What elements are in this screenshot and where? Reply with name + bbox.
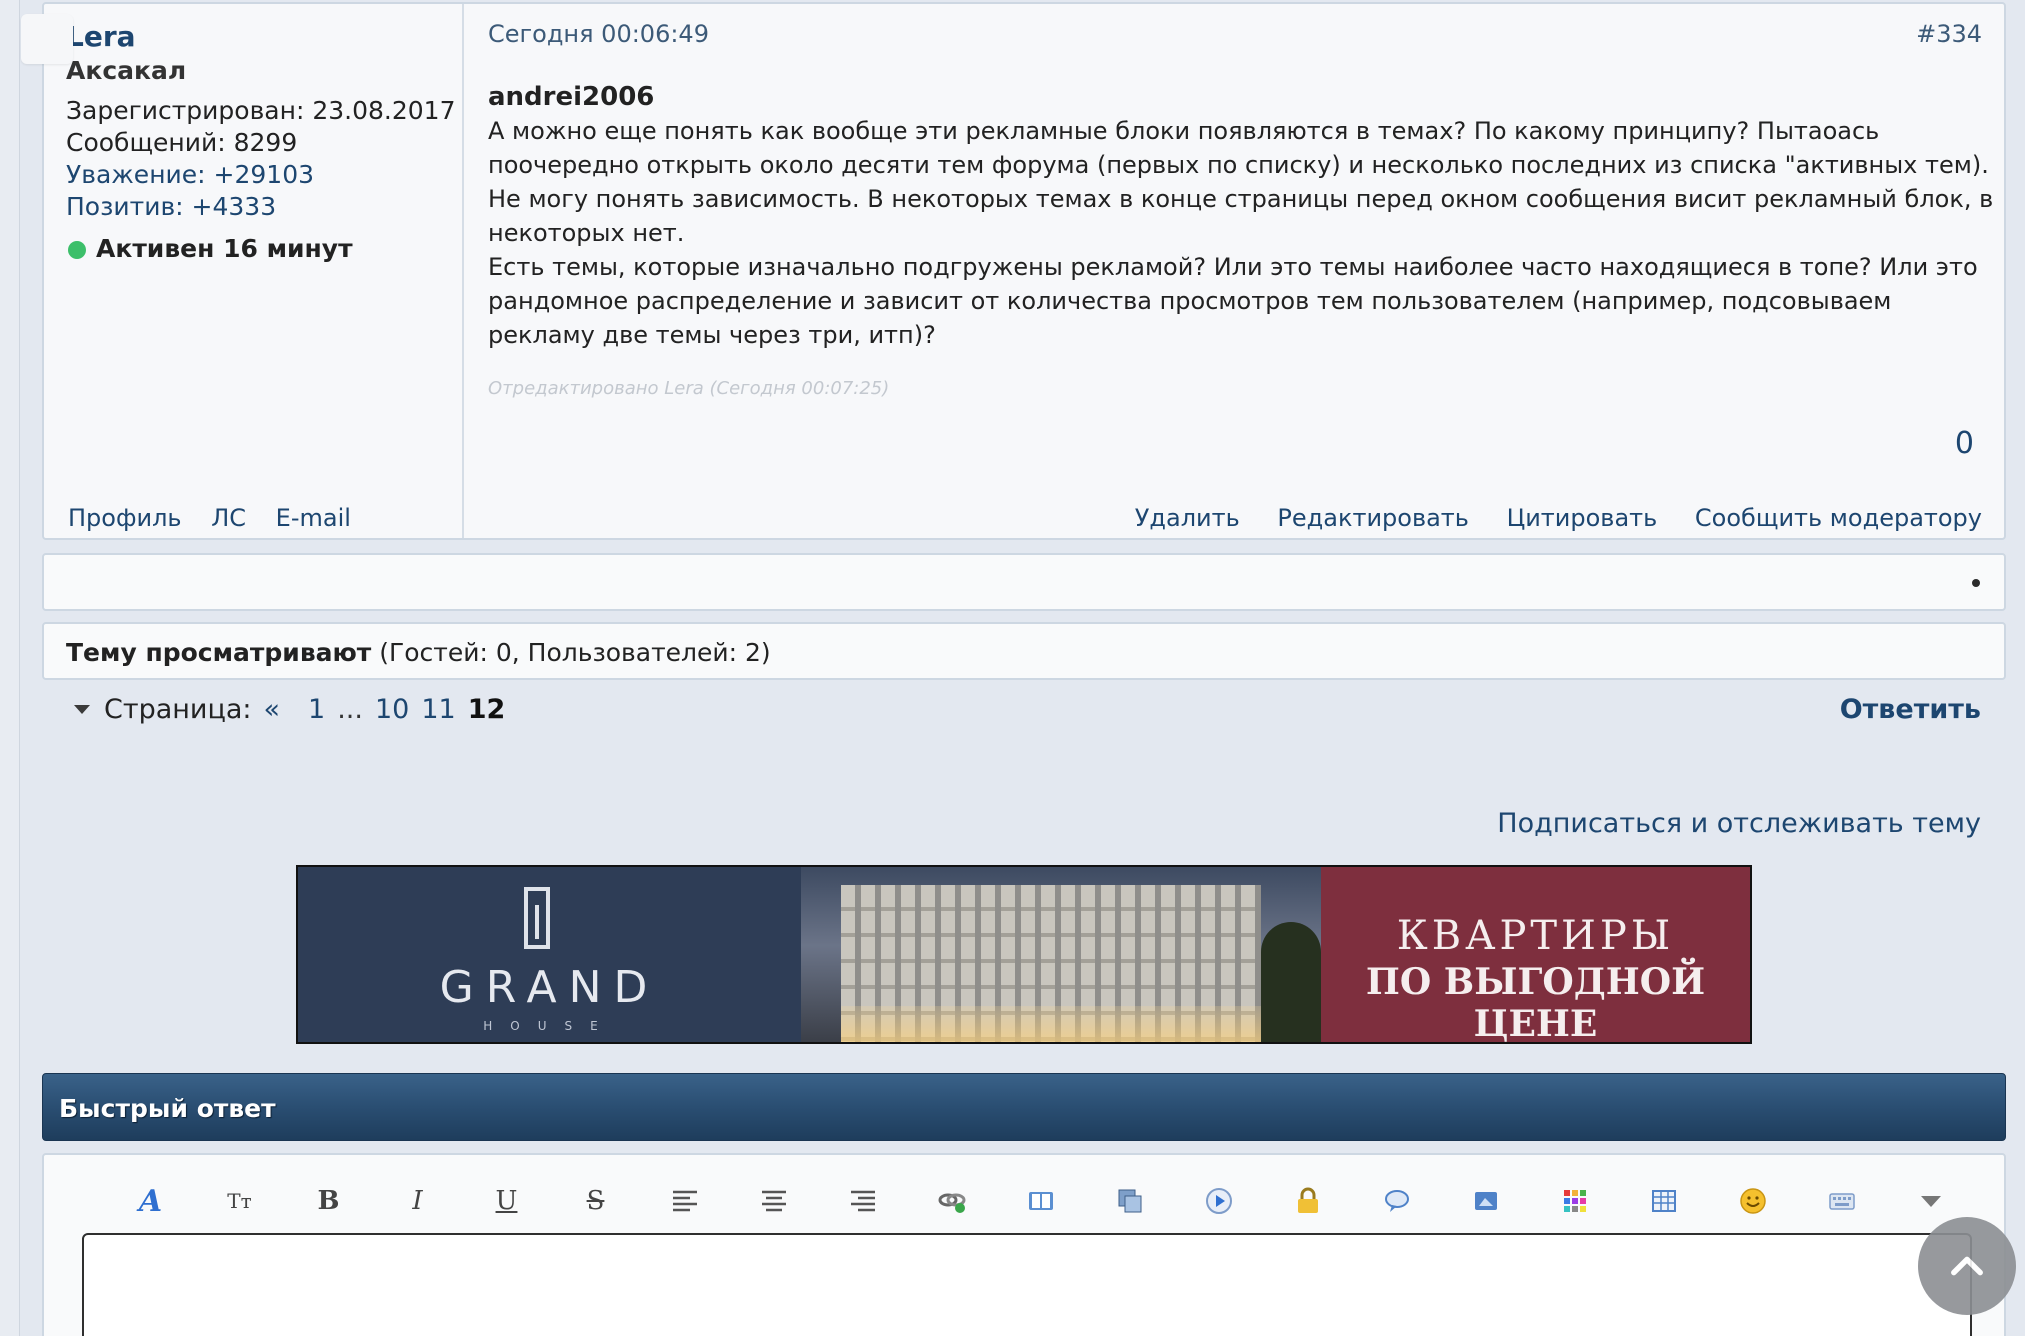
dropdown-icon[interactable] — [1886, 1181, 1975, 1221]
banner-brand: GRAND — [439, 962, 660, 1013]
user-messages: Сообщений: 8299 — [66, 128, 298, 157]
speech-bubble-icon[interactable] — [1352, 1181, 1441, 1221]
thread-viewers: Тему просматривают (Гостей: 0, Пользоват… — [42, 622, 2006, 680]
post-body: Сегодня 00:06:49 #334 andrei2006 А можно… — [464, 4, 2004, 538]
font-color-icon[interactable]: A — [106, 1181, 195, 1221]
editor-toolbar: A Tт B I U S — [106, 1181, 1975, 1221]
building-illustration — [841, 885, 1261, 1042]
viewers-label: Тему просматривают — [66, 638, 372, 667]
pagination-page[interactable]: 10 — [375, 694, 409, 725]
align-right-icon[interactable] — [818, 1181, 907, 1221]
strikethrough-icon[interactable]: S — [551, 1181, 640, 1221]
underline-icon[interactable]: U — [462, 1181, 551, 1221]
lock-icon[interactable] — [1263, 1181, 1352, 1221]
copy-icon[interactable] — [1085, 1181, 1174, 1221]
user-title: Аксакал — [66, 56, 187, 85]
pm-link[interactable]: ЛС — [211, 504, 246, 532]
page-left-strip — [0, 0, 20, 1336]
post-user-panel: Lera Аксакал Зарегистрирован: 23.08.2017… — [44, 4, 464, 538]
corner-tab — [21, 14, 73, 64]
delete-button[interactable]: Удалить — [1135, 504, 1240, 532]
user-links: Профиль ЛС E-mail — [68, 504, 373, 532]
banner-subheadline: ПО ВЫГОДНОЙ ЦЕНЕ — [1365, 961, 1706, 1044]
font-size-icon[interactable]: Tт — [195, 1181, 284, 1221]
book-icon[interactable] — [996, 1181, 1085, 1221]
link-icon[interactable] — [907, 1181, 996, 1221]
color-grid-icon[interactable] — [1530, 1181, 1619, 1221]
pagination-page[interactable]: 11 — [421, 694, 455, 725]
post-text: А можно еще понять как вообще эти реклам… — [488, 114, 1998, 352]
post-paragraph: А можно еще понять как вообще эти реклам… — [488, 117, 1994, 247]
align-center-icon[interactable] — [729, 1181, 818, 1221]
like-count[interactable]: 0 — [1955, 426, 1974, 461]
quick-reply-title: Быстрый ответ — [59, 1094, 276, 1123]
image-icon[interactable] — [1441, 1181, 1530, 1221]
post-permalink[interactable]: #334 — [1916, 20, 1982, 48]
profile-link[interactable]: Профиль — [68, 504, 182, 532]
ad-banner[interactable]: GRAND HOUSE КВАРТИРЫ ПО ВЫГОДНОЙ ЦЕНЕ — [296, 865, 1752, 1044]
scroll-to-top-button[interactable] — [1918, 1217, 2016, 1315]
quick-reply-header: Быстрый ответ — [42, 1073, 2006, 1141]
viewers-detail: (Гостей: 0, Пользователей: 2) — [371, 638, 771, 667]
pagination-ellipsis: ... — [337, 694, 363, 725]
edit-button[interactable]: Редактировать — [1277, 504, 1469, 532]
reply-textarea[interactable] — [82, 1233, 1972, 1336]
grand-house-logo-icon — [524, 887, 550, 949]
banner-logo-panel: GRAND HOUSE — [298, 867, 801, 1042]
report-button[interactable]: Сообщить модератору — [1695, 504, 1982, 532]
banner-brand-sub: HOUSE — [483, 1019, 616, 1033]
bold-icon[interactable]: B — [284, 1181, 373, 1221]
keyboard-icon[interactable] — [1797, 1181, 1886, 1221]
quote-button[interactable]: Цитировать — [1507, 504, 1658, 532]
post-actions: Удалить Редактировать Цитировать Сообщит… — [1105, 504, 1982, 532]
edited-note: Отредактировано Lera (Сегодня 00:07:25) — [488, 378, 890, 399]
quick-reply-panel: A Tт B I U S — [42, 1153, 2006, 1336]
online-status-text: Активен 16 минут — [96, 234, 353, 263]
banner-headline: КВАРТИРЫ — [1396, 913, 1675, 959]
pagination-label: Страница: — [104, 694, 252, 725]
email-link[interactable]: E-mail — [276, 504, 351, 532]
reply-button[interactable]: Ответить — [1840, 694, 1981, 725]
more-options-icon[interactable] — [1972, 579, 1980, 587]
post-username[interactable]: Lera — [66, 20, 136, 53]
user-positive-link[interactable]: Позитив: +4333 — [66, 192, 276, 221]
align-left-icon[interactable] — [640, 1181, 729, 1221]
user-respect-link[interactable]: Уважение: +29103 — [66, 160, 314, 189]
tree-illustration — [1261, 922, 1321, 1042]
smiley-icon[interactable] — [1708, 1181, 1797, 1221]
chevron-up-icon — [1951, 1256, 1983, 1276]
thread-tools-bar — [42, 553, 2006, 611]
online-status-icon — [68, 241, 86, 259]
subscribe-link[interactable]: Подписаться и отслеживать тему — [1497, 808, 1981, 839]
forum-post: Lera Аксакал Зарегистрирован: 23.08.2017… — [42, 2, 2006, 540]
italic-icon[interactable]: I — [373, 1181, 462, 1221]
pagination-dropdown-icon[interactable] — [74, 705, 90, 714]
banner-building-image — [801, 867, 1321, 1042]
post-date: Сегодня 00:06:49 — [488, 20, 709, 48]
quote-author: andrei2006 — [488, 82, 655, 112]
pagination-page[interactable]: 1 — [308, 694, 325, 725]
table-icon[interactable] — [1619, 1181, 1708, 1221]
user-registered: Зарегистрирован: 23.08.2017 — [66, 96, 456, 125]
play-icon[interactable] — [1174, 1181, 1263, 1221]
pagination: Страница: « 1 ... 10 11 12 — [74, 694, 505, 725]
pagination-current: 12 — [467, 694, 506, 725]
post-paragraph: Есть темы, которые изначально подгружены… — [488, 253, 1978, 349]
pagination-prev[interactable]: « — [264, 694, 281, 725]
banner-text-panel: КВАРТИРЫ ПО ВЫГОДНОЙ ЦЕНЕ — [1321, 867, 1750, 1042]
